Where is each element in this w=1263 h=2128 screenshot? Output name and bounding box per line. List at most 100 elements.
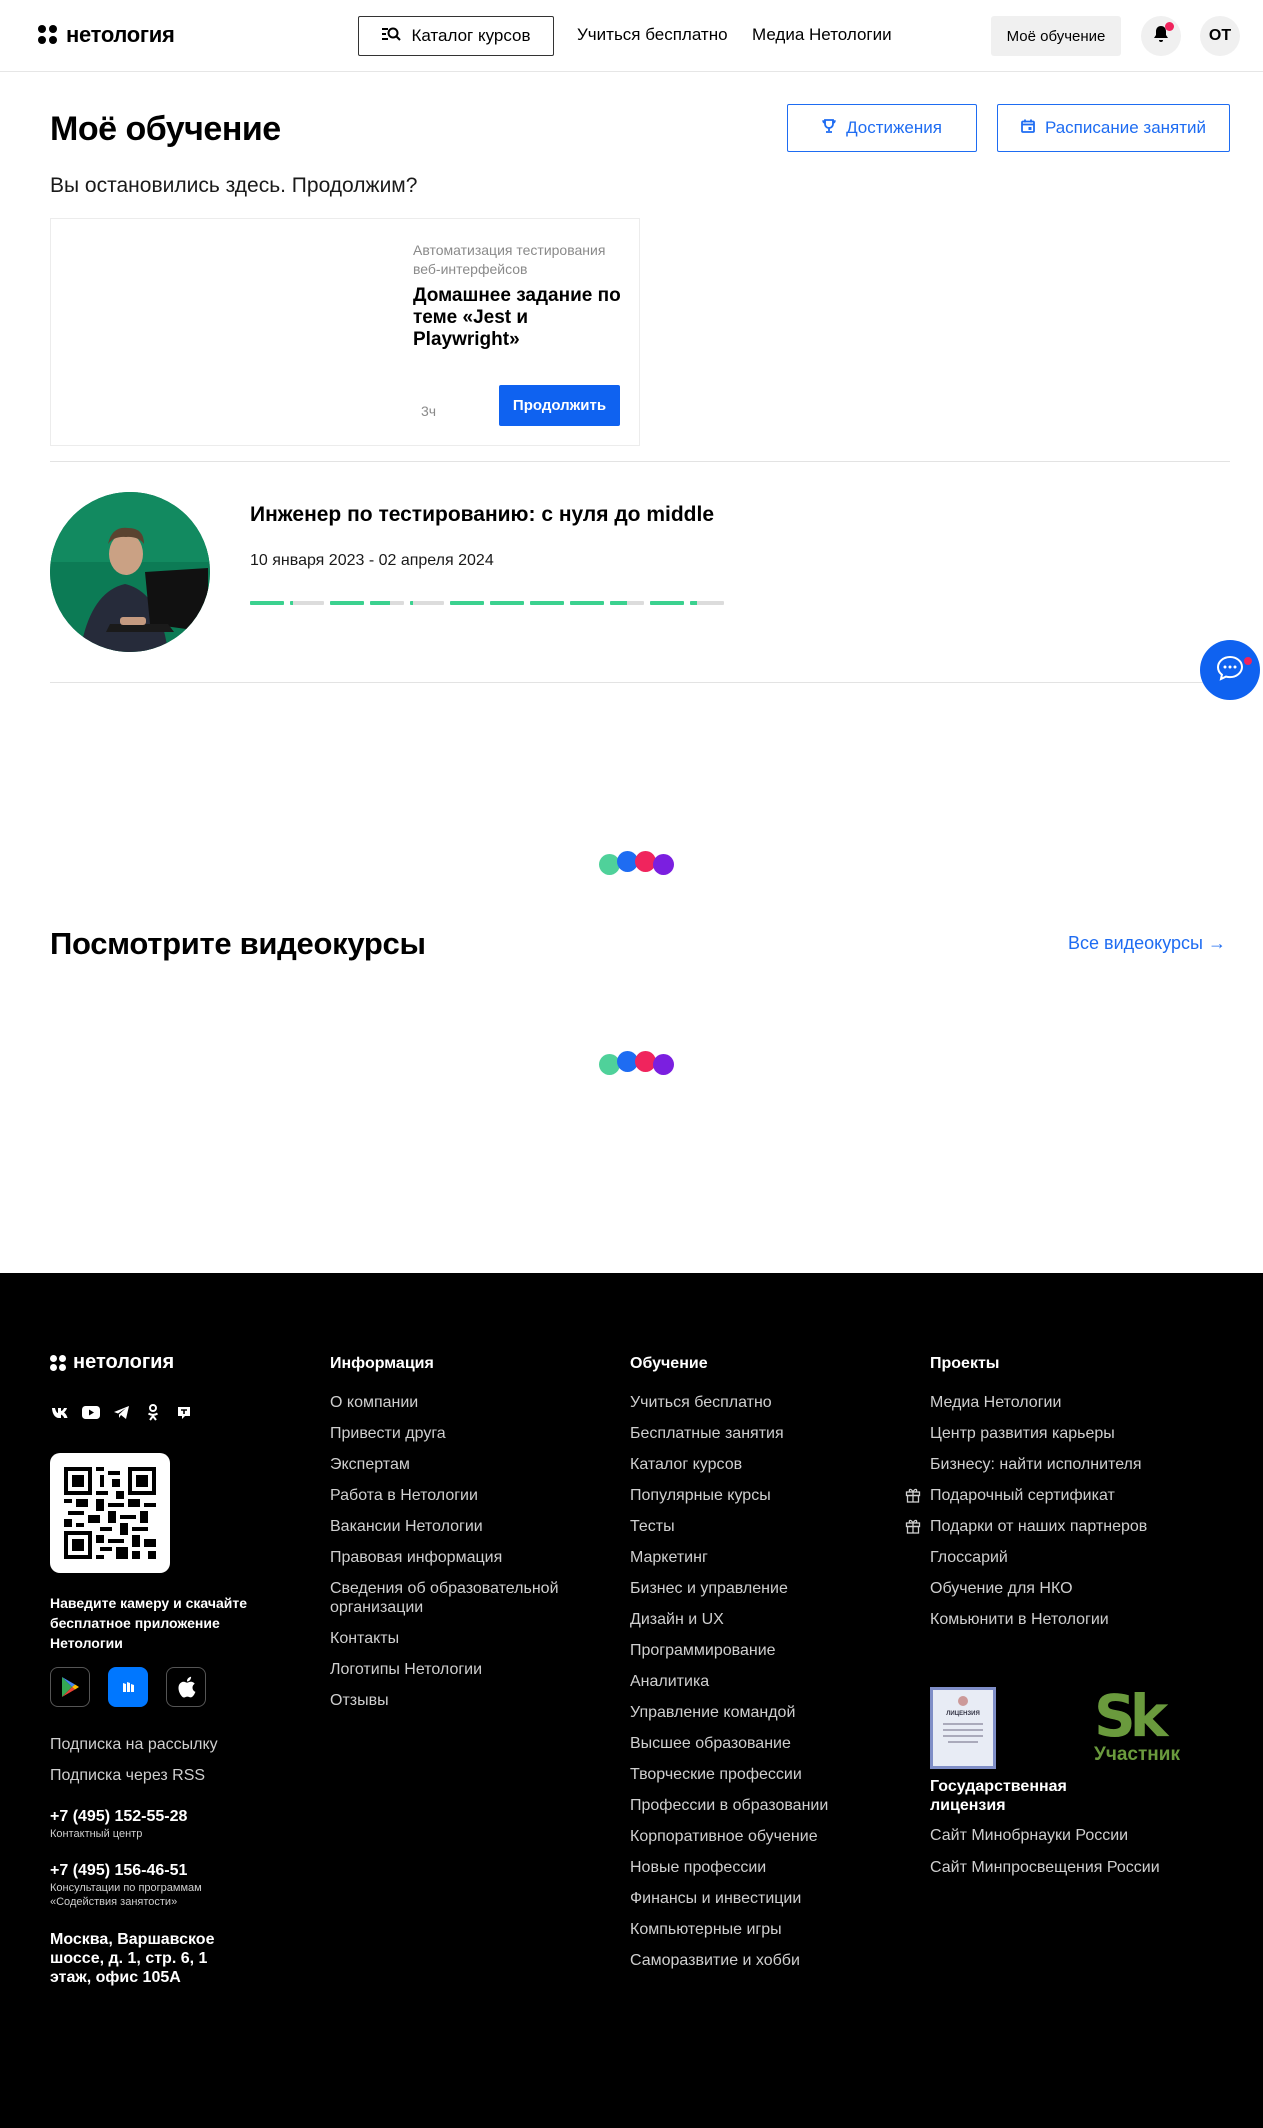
top-header: нетология Каталог курсов Учиться бесплат…	[0, 0, 1263, 72]
progress-segment	[650, 601, 684, 605]
phone-employment[interactable]: +7 (495) 156-46-51	[50, 1862, 187, 1880]
footer-link[interactable]: Привести друга	[330, 1424, 590, 1443]
notifications-button[interactable]	[1141, 16, 1181, 56]
rss-link[interactable]: Подписка через RSS	[50, 1767, 205, 1785]
footer-link[interactable]: Контакты	[330, 1629, 590, 1648]
license-label[interactable]: Государственная лицензия	[930, 1777, 1090, 1815]
youtube-icon[interactable]	[81, 1403, 100, 1422]
footer-link[interactable]: Управление командой	[630, 1703, 890, 1722]
continue-button[interactable]: Продолжить	[499, 385, 620, 426]
chat-bubble-icon	[1216, 655, 1244, 686]
footer-link[interactable]: Бизнесу: найти исполнителя	[930, 1455, 1190, 1474]
divider	[50, 461, 1230, 462]
schedule-label: Расписание занятий	[1044, 118, 1207, 137]
footer-link[interactable]: Медиа Нетологии	[930, 1393, 1190, 1412]
achievements-button[interactable]: Достижения	[787, 104, 977, 152]
projects-column-title: Проекты	[930, 1355, 1000, 1372]
qr-caption: Наведите камеру и скачайте бесплатное пр…	[50, 1595, 247, 1651]
notification-dot	[1165, 22, 1174, 31]
page-title: Моё обучение	[50, 110, 281, 148]
footer-link[interactable]: Популярные курсы	[630, 1486, 890, 1505]
progress-segment	[690, 601, 724, 605]
course-image[interactable]	[50, 492, 210, 652]
achievements-label: Достижения	[846, 118, 942, 137]
footer-link[interactable]: Саморазвитие и хобби	[630, 1951, 890, 1970]
footer-link[interactable]: Корпоративное обучение	[630, 1827, 890, 1846]
footer-link[interactable]: Комьюнити в Нетологии	[930, 1610, 1190, 1629]
footer-link[interactable]: Новые профессии	[630, 1858, 890, 1877]
info-links: О компании Привести друга Экспертам Рабо…	[330, 1393, 590, 1722]
ministry-science-link[interactable]: Сайт Минобрнауки России	[930, 1827, 1128, 1845]
netology-logo[interactable]: нетология	[38, 22, 175, 48]
social-links	[50, 1403, 193, 1422]
user-avatar[interactable]: ОТ	[1200, 16, 1240, 56]
footer-link[interactable]: Подарки от наших партнеров	[905, 1517, 1190, 1536]
nav-media[interactable]: Медиа Нетологии	[752, 25, 892, 45]
telegram-icon[interactable]	[112, 1403, 131, 1422]
footer-link[interactable]: Творческие профессии	[630, 1765, 890, 1784]
tenchat-icon[interactable]	[174, 1403, 193, 1422]
calendar-icon	[1021, 118, 1035, 138]
license-document-text: ЛИЦЕНЗИЯ	[946, 1711, 980, 1717]
footer-link[interactable]: Маркетинг	[630, 1548, 890, 1567]
footer-link[interactable]: Тесты	[630, 1517, 890, 1536]
footer-link[interactable]: Центр развития карьеры	[930, 1424, 1190, 1443]
loading-indicator	[599, 1051, 674, 1075]
footer-link[interactable]: Правовая информация	[330, 1548, 590, 1567]
course-title[interactable]: Инженер по тестированию: с нуля до middl…	[250, 503, 714, 527]
nav-learn-free[interactable]: Учиться бесплатно	[577, 25, 728, 45]
footer-link[interactable]: Бизнес и управление	[630, 1579, 890, 1598]
phone-note: Контактный центр	[50, 1828, 143, 1840]
footer-link[interactable]: Работа в Нетологии	[330, 1486, 590, 1505]
catalog-button[interactable]: Каталог курсов	[358, 16, 554, 56]
resume-card[interactable]: Автоматизация тестирования веб-интерфейс…	[50, 218, 640, 446]
rustore-icon[interactable]	[108, 1667, 148, 1707]
license-document-image[interactable]: ЛИЦЕНЗИЯ	[930, 1687, 996, 1769]
footer-link[interactable]: Программирование	[630, 1641, 890, 1660]
vk-icon[interactable]	[50, 1403, 69, 1422]
footer-link[interactable]: Логотипы Нетологии	[330, 1660, 590, 1679]
footer-link[interactable]: Учиться бесплатно	[630, 1393, 890, 1412]
footer-link[interactable]: Каталог курсов	[630, 1455, 890, 1474]
office-address: Москва, Варшавское шоссе, д. 1, стр. 6, …	[50, 1931, 215, 1986]
chat-button[interactable]	[1200, 640, 1260, 700]
schedule-button[interactable]: Расписание занятий	[997, 104, 1230, 152]
footer-link[interactable]: Глоссарий	[930, 1548, 1190, 1567]
newsletter-link[interactable]: Подписка на рассылку	[50, 1736, 218, 1754]
odnoklassniki-icon[interactable]	[143, 1403, 162, 1422]
footer-link[interactable]: Аналитика	[630, 1672, 890, 1691]
loading-indicator	[599, 851, 674, 875]
footer-link[interactable]: Профессии в образовании	[630, 1796, 890, 1815]
footer-link[interactable]: О компании	[330, 1393, 590, 1412]
google-play-icon[interactable]	[50, 1667, 90, 1707]
my-learning-button[interactable]: Моё обучение	[991, 16, 1121, 56]
continue-hint: Вы остановились здесь. Продолжим?	[50, 174, 418, 197]
progress-segment	[570, 601, 604, 605]
ministry-education-link[interactable]: Сайт Минпросвещения России	[930, 1859, 1160, 1877]
footer-logo-text: нетология	[73, 1351, 175, 1373]
course-dates: 10 января 2023 - 02 апреля 2024	[250, 552, 494, 569]
progress-segment	[450, 601, 484, 605]
footer-link[interactable]: Экспертам	[330, 1455, 590, 1474]
videos-section-title: Посмотрите видеокурсы	[50, 926, 426, 961]
all-videos-link[interactable]: Все видеокурсы →	[1068, 933, 1226, 954]
skolkovo-caption: Участник	[1094, 1744, 1180, 1765]
logo-mark-icon	[38, 25, 58, 45]
footer-link[interactable]: Вакансии Нетологии	[330, 1517, 590, 1536]
progress-segment	[530, 601, 564, 605]
footer-link[interactable]: Подарочный сертификат	[905, 1486, 1190, 1505]
footer-link[interactable]: Финансы и инвестиции	[630, 1889, 890, 1908]
footer-logo[interactable]: нетология	[50, 1351, 174, 1374]
footer-link[interactable]: Сведения об образовательной организации	[330, 1579, 590, 1617]
footer-link[interactable]: Высшее образование	[630, 1734, 890, 1753]
phone-contact-center[interactable]: +7 (495) 152-55-28	[50, 1808, 187, 1826]
footer-link[interactable]: Отзывы	[330, 1691, 590, 1710]
skolkovo-logo[interactable]: Sk Участник	[1094, 1687, 1180, 1766]
logo-mark-icon	[50, 1354, 66, 1371]
resume-lesson-title: Домашнее задание по теме «Jest и Playwri…	[413, 285, 621, 350]
footer-link[interactable]: Бесплатные занятия	[630, 1424, 890, 1443]
footer-link[interactable]: Дизайн и UX	[630, 1610, 890, 1629]
footer-link[interactable]: Компьютерные игры	[630, 1920, 890, 1939]
footer-link[interactable]: Обучение для НКО	[930, 1579, 1190, 1598]
apple-icon[interactable]	[166, 1667, 206, 1707]
